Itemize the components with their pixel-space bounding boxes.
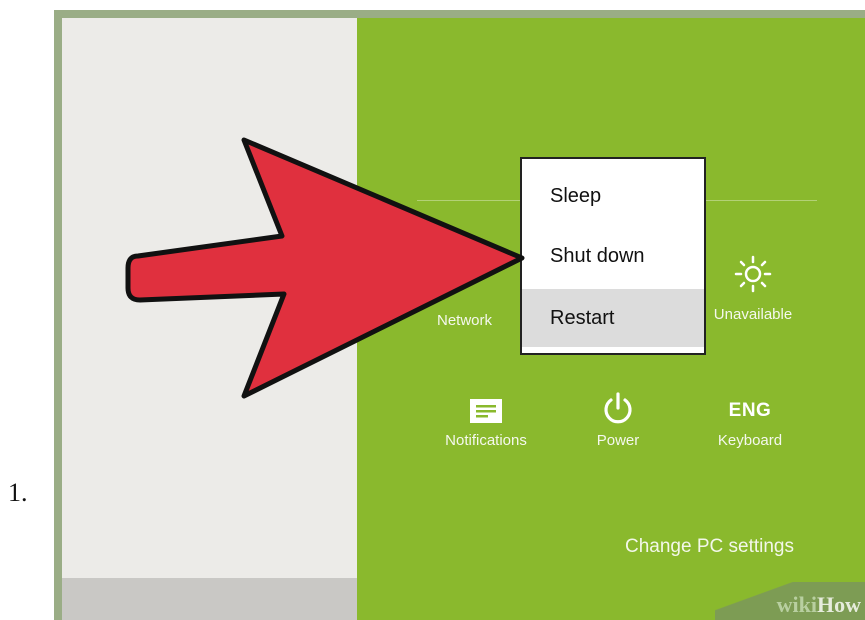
screenshot-frame: Network Unavailable Notifications Power … (54, 10, 865, 620)
list-marker: 1. (8, 478, 28, 507)
pointer-arrow-icon (125, 137, 525, 399)
